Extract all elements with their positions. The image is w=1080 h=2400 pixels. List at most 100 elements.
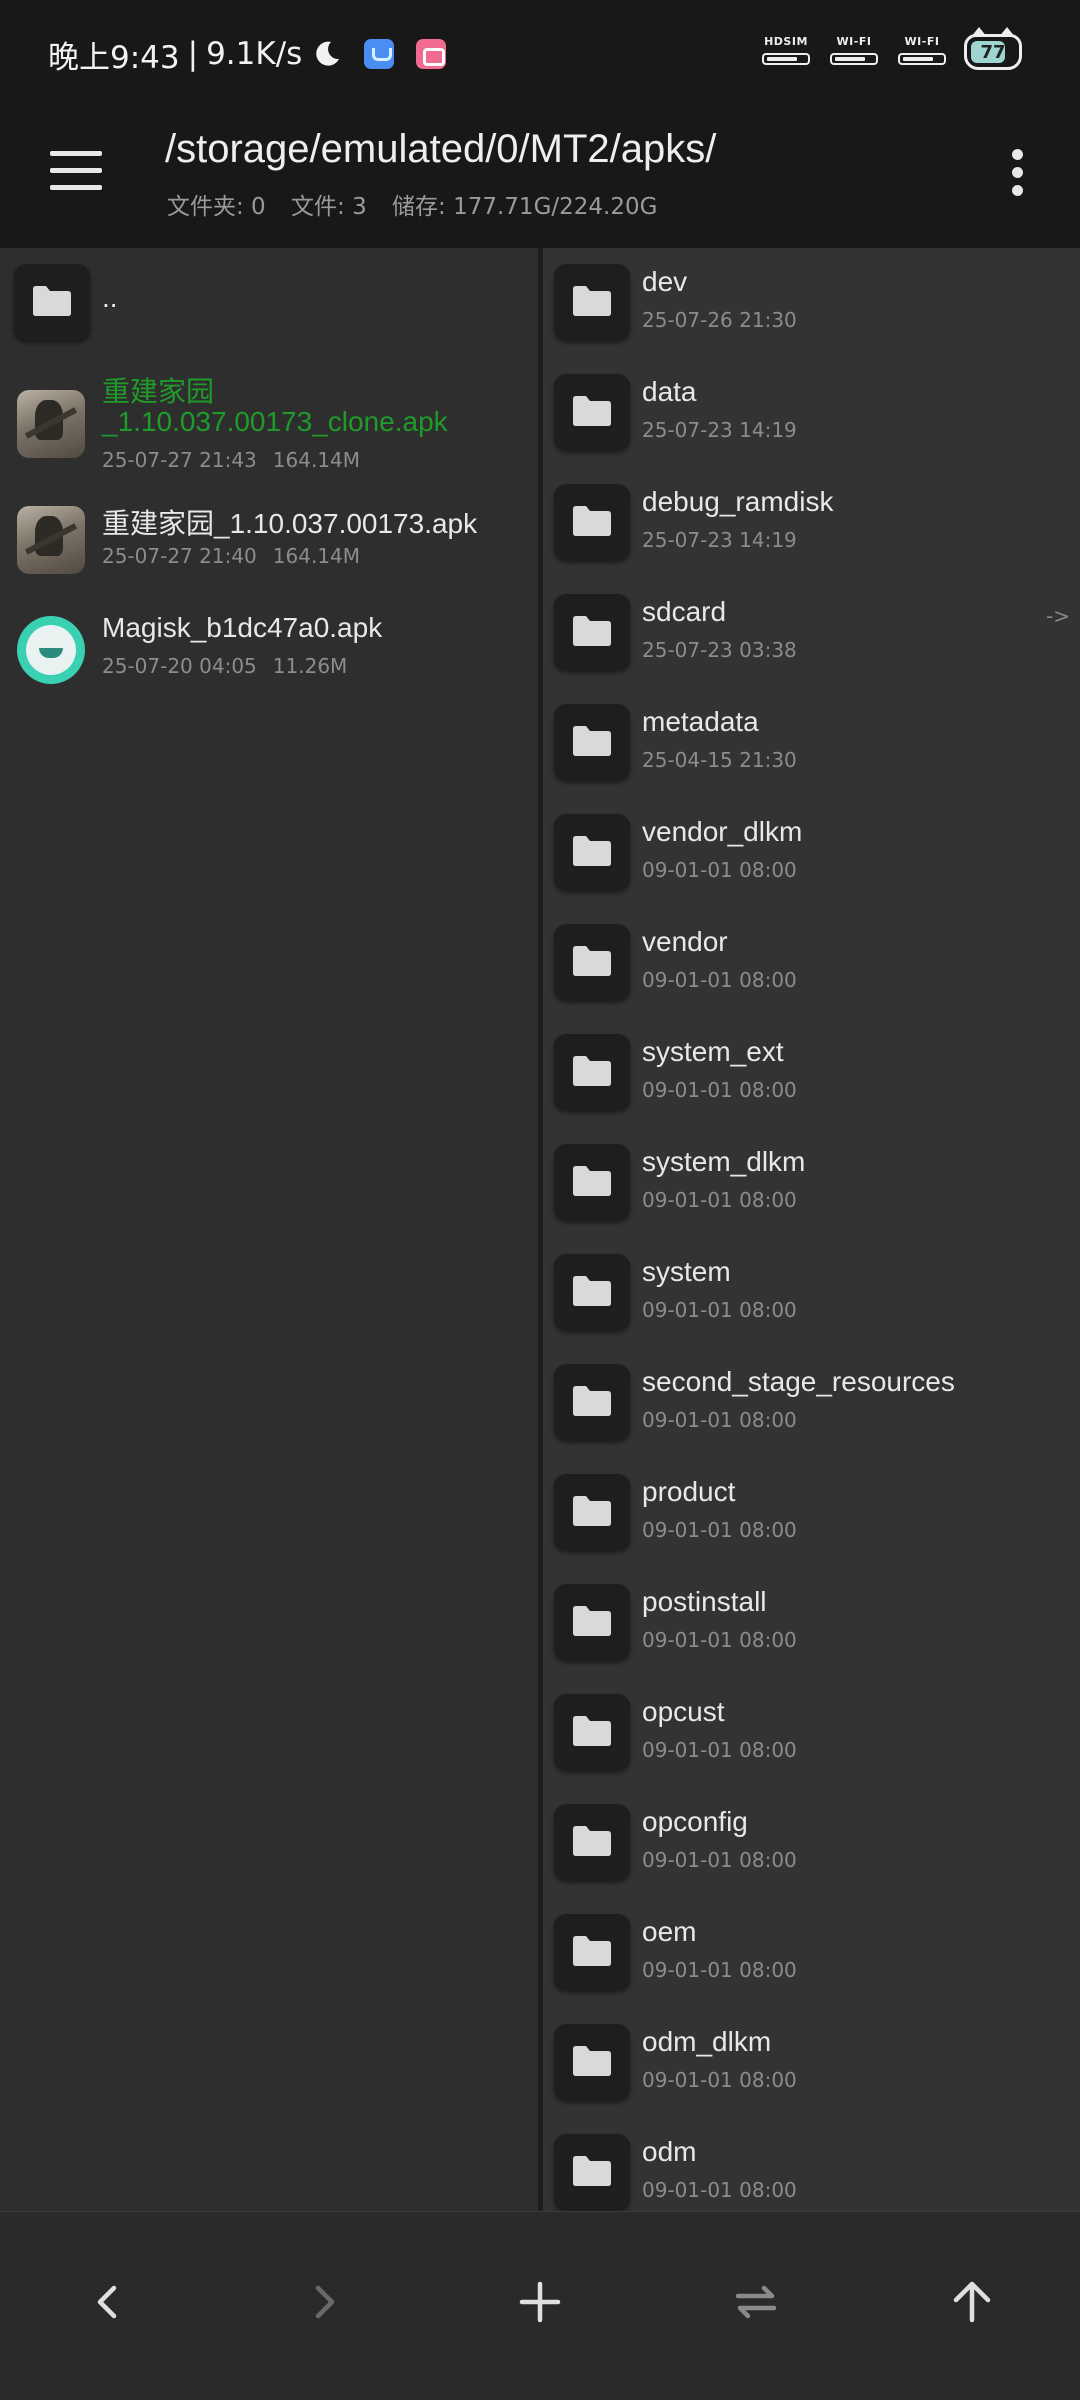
folder-name: system_dlkm [642,1146,806,1177]
folder-icon [554,1364,630,1440]
folder-name: postinstall [642,1586,767,1617]
add-button[interactable] [500,2262,580,2342]
file-row[interactable]: Magisk_b1dc47a0.apk 25-07-20 04:05 11.26M [0,608,538,693]
status-bar: 晚上9:43 | 9.1K/s HDSIM WI-FI WI-FI 77 [0,0,1080,105]
folder-date: 09-01-01 08:00 [642,2068,797,2092]
more-options-icon[interactable] [1010,149,1024,197]
folder-row[interactable]: opcust 09-01-01 08:00 [543,1694,1080,1794]
folder-row[interactable]: system 09-01-01 08:00 [543,1254,1080,1354]
folder-row[interactable]: odm 09-01-01 08:00 [543,2134,1080,2211]
parent-directory-label: .. [102,282,118,313]
back-button[interactable] [68,2262,148,2342]
moon-icon [312,39,342,69]
file-row[interactable]: 重建家园 _1.10.037.00173_clone.apk 25-07-27 … [0,368,538,478]
folder-row[interactable]: vendor 09-01-01 08:00 [543,924,1080,1024]
left-file-pane[interactable]: .. 重建家园 _1.10.037.00173_clone.apk 25-07-… [0,248,538,2211]
wifi-signal-icon-2: WI-FI [896,35,948,69]
folder-name: data [642,376,697,407]
folder-date: 09-01-01 08:00 [642,858,797,882]
folder-row[interactable]: product 09-01-01 08:00 [543,1474,1080,1574]
folder-date: 09-01-01 08:00 [642,968,797,992]
folder-icon [554,1144,630,1220]
folder-icon [554,484,630,560]
folder-date: 09-01-01 08:00 [642,1958,797,1982]
file-name: Magisk_b1dc47a0.apk [102,612,383,643]
folder-row[interactable]: vendor_dlkm 09-01-01 08:00 [543,814,1080,914]
parent-directory-row[interactable]: .. [0,256,538,346]
right-file-pane[interactable]: dev 25-07-26 21:30 data 25-07-23 14:19 debug… [543,248,1080,2211]
folder-row[interactable]: data 25-07-23 14:19 [543,374,1080,474]
forward-button[interactable] [284,2262,364,2342]
chevron-left-icon [97,2285,117,2319]
wifi-label-2: WI-FI [904,35,940,48]
folder-name: odm [642,2136,697,2167]
status-time: 晚上9:43 [48,39,180,76]
folder-name: second_stage_resources [642,1366,955,1397]
folder-row[interactable]: debug_ramdisk 25-07-23 14:19 [543,484,1080,584]
wifi-label: WI-FI [836,35,872,48]
folder-date: 09-01-01 08:00 [642,1408,797,1432]
folder-date: 09-01-01 08:00 [642,1188,797,1212]
file-name-line1: 重建家园 [102,376,215,407]
swap-icon [735,2285,777,2319]
folder-name: sdcard [642,596,727,627]
folder-icon [554,264,630,340]
battery-level: 77 [980,41,1006,63]
folder-name: vendor_dlkm [642,816,803,847]
folder-icon [554,1034,630,1110]
folder-name: odm_dlkm [642,2026,772,2057]
file-count: 文件: 3 [291,194,367,220]
folder-row[interactable]: sdcard 25-07-23 03:38 -> [543,594,1080,694]
folder-date: 25-07-26 21:30 [642,308,797,332]
folder-date: 09-01-01 08:00 [642,1628,797,1652]
chevron-right-icon [315,2285,335,2319]
folder-icon [554,2024,630,2100]
swap-panes-button[interactable] [716,2262,796,2342]
folder-date: 25-07-23 14:19 [642,528,797,552]
folder-date: 09-01-01 08:00 [642,1848,797,1872]
file-size: 164.14M [272,544,361,568]
notification-app-icon [364,39,395,69]
file-size: 164.14M [272,448,361,472]
folder-row[interactable]: opconfig 09-01-01 08:00 [543,1804,1080,1904]
folder-icon [554,704,630,780]
folder-icon [554,1914,630,1990]
menu-icon[interactable] [50,151,102,191]
folder-name: opcust [642,1696,725,1727]
folder-icon [554,1804,630,1880]
file-row[interactable]: 重建家园_1.10.037.00173.apk 25-07-27 21:40 16… [0,498,538,583]
folder-name: product [642,1476,736,1507]
file-meta: 25-07-20 04:05 11.26M [102,654,347,678]
current-path: /storage/emulated/0/MT2/apks/ [165,127,717,171]
app-bar: /storage/emulated/0/MT2/apks/ 文件夹: 0 文件:… [0,105,1080,248]
magisk-apk-icon [17,616,85,684]
folder-count: 文件夹: 0 [167,194,266,220]
bottom-toolbar [0,2211,1080,2400]
storage-usage: 储存: 177.71G/224.20G [392,194,658,220]
status-separator: | [187,36,199,72]
folder-row[interactable]: odm_dlkm 09-01-01 08:00 [543,2024,1080,2124]
folder-name: system_ext [642,1036,784,1067]
folder-icon [554,924,630,1000]
folder-date: 09-01-01 08:00 [642,2178,797,2202]
sim-label: HDSIM [764,35,808,48]
folder-row[interactable]: system_ext 09-01-01 08:00 [543,1034,1080,1134]
folder-icon [554,1474,630,1550]
game-apk-icon [17,390,85,458]
file-name: 重建家园_1.10.037.00173.apk [102,508,478,539]
plus-icon [519,2281,561,2323]
folder-row[interactable]: postinstall 09-01-01 08:00 [543,1584,1080,1684]
path-summary: 文件夹: 0 文件: 3 储存: 177.71G/224.20G [167,187,675,221]
folder-row[interactable]: metadata 25-04-15 21:30 [543,704,1080,804]
folder-icon [554,374,630,450]
up-directory-button[interactable] [932,2262,1012,2342]
folder-row[interactable]: second_stage_resources 09-01-01 08:00 [543,1364,1080,1464]
file-meta: 25-07-27 21:40 164.14M [102,544,360,568]
folder-row[interactable]: oem 09-01-01 08:00 [543,1914,1080,2014]
folder-row[interactable]: system_dlkm 09-01-01 08:00 [543,1144,1080,1244]
bilibili-icon [416,39,447,69]
file-size: 11.26M [272,654,348,678]
folder-icon [554,814,630,890]
folder-row[interactable]: dev 25-07-26 21:30 [543,264,1080,364]
folder-date: 09-01-01 08:00 [642,1738,797,1762]
